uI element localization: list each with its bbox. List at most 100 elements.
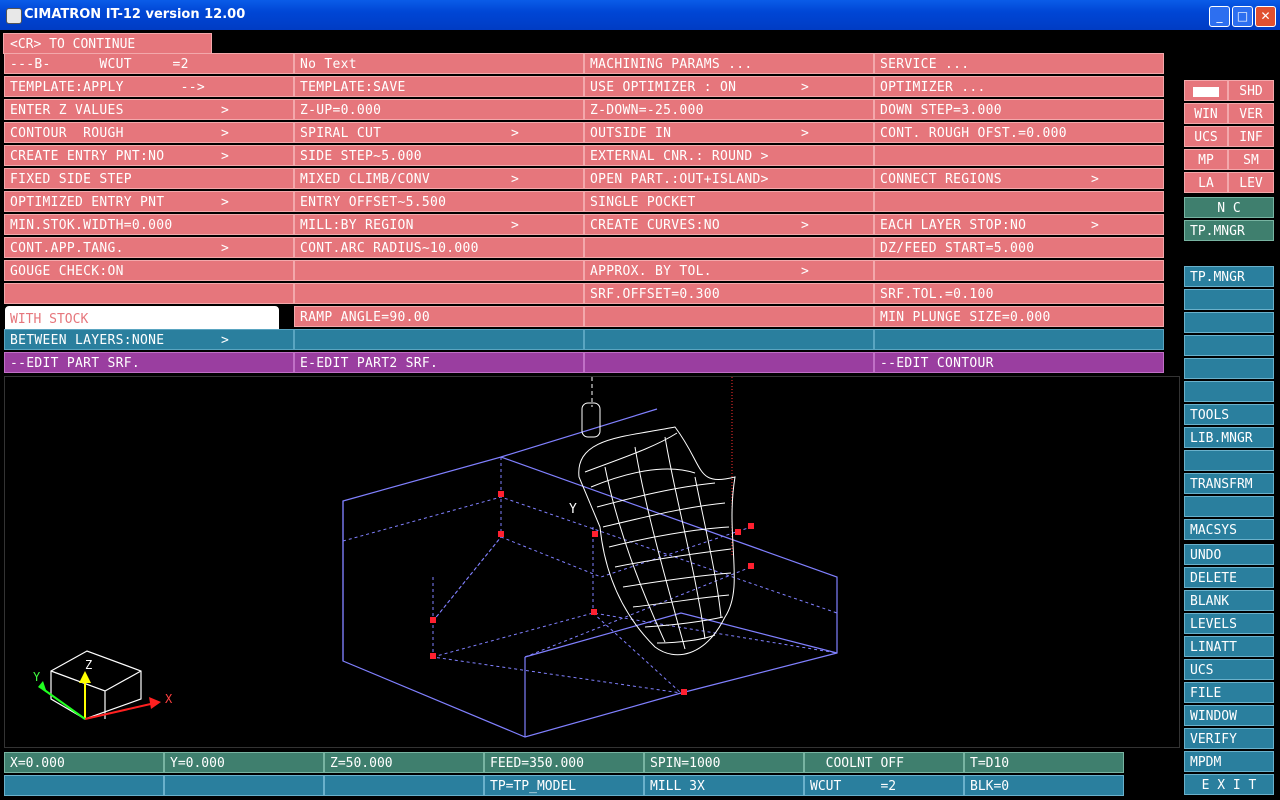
status-field: COOLNT OFF [804, 752, 964, 773]
menu-item[interactable]: SINGLE POCKET [584, 191, 874, 212]
side-button[interactable]: BLANK [1184, 590, 1274, 611]
menu-item[interactable] [584, 306, 874, 327]
side-button[interactable]: TOOLS [1184, 404, 1274, 425]
side-button[interactable] [1184, 335, 1274, 356]
side-button[interactable] [1184, 312, 1274, 333]
continue-prompt[interactable]: <CR> TO CONTINUE [3, 33, 212, 54]
menu-item[interactable]: FIXED SIDE STEP [4, 168, 294, 189]
inf-button[interactable]: INF [1228, 126, 1274, 147]
menu-item[interactable]: SIDE STEP~5.000 [294, 145, 584, 166]
menu-item[interactable]: ENTRY OFFSET~5.500 [294, 191, 584, 212]
menu-item[interactable]: APPROX. BY TOL. > [584, 260, 874, 281]
side-button[interactable]: FILE [1184, 682, 1274, 703]
menu-item[interactable]: MIN.STOK.WIDTH=0.000 [4, 214, 294, 235]
menu-item[interactable] [874, 191, 1164, 212]
la-button[interactable]: LA [1184, 172, 1228, 193]
menu-item[interactable]: TEMPLATE:APPLY --> [4, 76, 294, 97]
sm-button[interactable]: SM [1228, 149, 1274, 170]
menu-item[interactable]: MACHINING PARAMS ... [584, 53, 874, 74]
menu-item[interactable]: OUTSIDE IN > [584, 122, 874, 143]
edit-part-srf[interactable]: --EDIT PART SRF. [4, 352, 294, 373]
win-button[interactable]: WIN [1184, 103, 1228, 124]
menu-item[interactable]: RAMP ANGLE=90.00 [294, 306, 584, 327]
side-button[interactable]: WINDOW [1184, 705, 1274, 726]
submenu-arrow-icon: > [801, 80, 810, 95]
menu-item[interactable]: GOUGE CHECK:ON [4, 260, 294, 281]
menu-item[interactable]: SRF.OFFSET=0.300 [584, 283, 874, 304]
menu-item[interactable]: CREATE CURVES:NO > [584, 214, 874, 235]
status-field [4, 775, 164, 796]
menu-item[interactable] [584, 237, 874, 258]
side-button[interactable] [1184, 381, 1274, 402]
side-button[interactable]: LIB.MNGR [1184, 427, 1274, 448]
menu-item[interactable]: MIN PLUNGE SIZE=0.000 [874, 306, 1164, 327]
side-button[interactable]: N C [1184, 197, 1274, 218]
menu-item[interactable]: OPTIMIZER ... [874, 76, 1164, 97]
side-button[interactable] [1184, 496, 1274, 517]
menu-item-blank[interactable] [584, 329, 874, 350]
menu-item[interactable]: Z-UP=0.000 [294, 99, 584, 120]
side-button[interactable]: DELETE [1184, 567, 1274, 588]
menu-item[interactable]: EXTERNAL CNR.: ROUND > [584, 145, 874, 166]
side-button[interactable]: VERIFY [1184, 728, 1274, 749]
menu-item[interactable]: USE OPTIMIZER : ON > [584, 76, 874, 97]
side-button[interactable]: UCS [1184, 659, 1274, 680]
menu-item[interactable]: MILL:BY REGION > [294, 214, 584, 235]
menu-item[interactable]: ---B- WCUT =2 [4, 53, 294, 74]
menu-item-blank[interactable] [874, 329, 1164, 350]
menu-item[interactable]: SPIRAL CUT > [294, 122, 584, 143]
menu-item-between-layers[interactable]: BETWEEN LAYERS:NONE > [4, 329, 294, 350]
side-button[interactable] [1184, 358, 1274, 379]
side-button[interactable]: TP.MNGR [1184, 220, 1274, 241]
side-button[interactable]: LINATT [1184, 636, 1274, 657]
side-button[interactable] [1184, 450, 1274, 471]
menu-item[interactable]: DZ/FEED START=5.000 [874, 237, 1164, 258]
app-icon [6, 8, 22, 24]
side-button[interactable]: TRANSFRM [1184, 473, 1274, 494]
edit-contour[interactable]: --EDIT CONTOUR [874, 352, 1164, 373]
menu-item[interactable] [294, 260, 584, 281]
menu-item[interactable]: SRF.TOL.=0.100 [874, 283, 1164, 304]
edit-part2-srf[interactable]: E-EDIT PART2 SRF. [294, 352, 584, 373]
menu-item-blank[interactable] [294, 329, 584, 350]
shd-button[interactable]: SHD [1228, 80, 1274, 101]
x-axis-label: X [165, 692, 173, 706]
menu-item[interactable] [874, 260, 1164, 281]
menu-item[interactable]: ENTER Z VALUES > [4, 99, 294, 120]
side-button[interactable]: TP.MNGR [1184, 266, 1274, 287]
close-button[interactable]: ✕ [1255, 6, 1276, 27]
ucs-button[interactable]: UCS [1184, 126, 1228, 147]
minimize-button[interactable]: _ [1209, 6, 1230, 27]
side-button[interactable]: MPDM [1184, 751, 1274, 772]
menu-item[interactable]: MIXED CLIMB/CONV > [294, 168, 584, 189]
lev-button[interactable]: LEV [1228, 172, 1274, 193]
menu-item[interactable]: OPEN PART.:OUT+ISLAND> [584, 168, 874, 189]
menu-item[interactable] [4, 283, 294, 304]
menu-item[interactable]: No Text [294, 53, 584, 74]
edit-blank[interactable] [584, 352, 874, 373]
menu-item[interactable]: CONTOUR ROUGH > [4, 122, 294, 143]
side-button[interactable] [1184, 289, 1274, 310]
graphics-viewport[interactable]: Y Z X Y [4, 376, 1180, 748]
maximize-button[interactable]: □ [1232, 6, 1253, 27]
mp-button[interactable]: MP [1184, 149, 1228, 170]
menu-item[interactable]: TEMPLATE:SAVE [294, 76, 584, 97]
menu-item[interactable] [874, 145, 1164, 166]
ver-button[interactable]: VER [1228, 103, 1274, 124]
side-button[interactable]: UNDO [1184, 544, 1274, 565]
color-swatch[interactable] [1184, 80, 1228, 101]
menu-item[interactable]: EACH LAYER STOP:NO > [874, 214, 1164, 235]
menu-item[interactable]: CONT.APP.TANG. > [4, 237, 294, 258]
side-button[interactable]: MACSYS [1184, 519, 1274, 540]
menu-item[interactable]: Z-DOWN=-25.000 [584, 99, 874, 120]
menu-item[interactable]: CONNECT REGIONS > [874, 168, 1164, 189]
side-button[interactable]: LEVELS [1184, 613, 1274, 634]
menu-item[interactable]: OPTIMIZED ENTRY PNT > [4, 191, 294, 212]
side-button[interactable]: E X I T [1184, 774, 1274, 795]
menu-item[interactable]: DOWN STEP=3.000 [874, 99, 1164, 120]
menu-item[interactable]: CREATE ENTRY PNT:NO > [4, 145, 294, 166]
menu-item[interactable] [294, 283, 584, 304]
menu-item[interactable]: CONT.ARC RADIUS~10.000 [294, 237, 584, 258]
menu-item[interactable]: SERVICE ... [874, 53, 1164, 74]
menu-item[interactable]: CONT. ROUGH OFST.=0.000 [874, 122, 1164, 143]
